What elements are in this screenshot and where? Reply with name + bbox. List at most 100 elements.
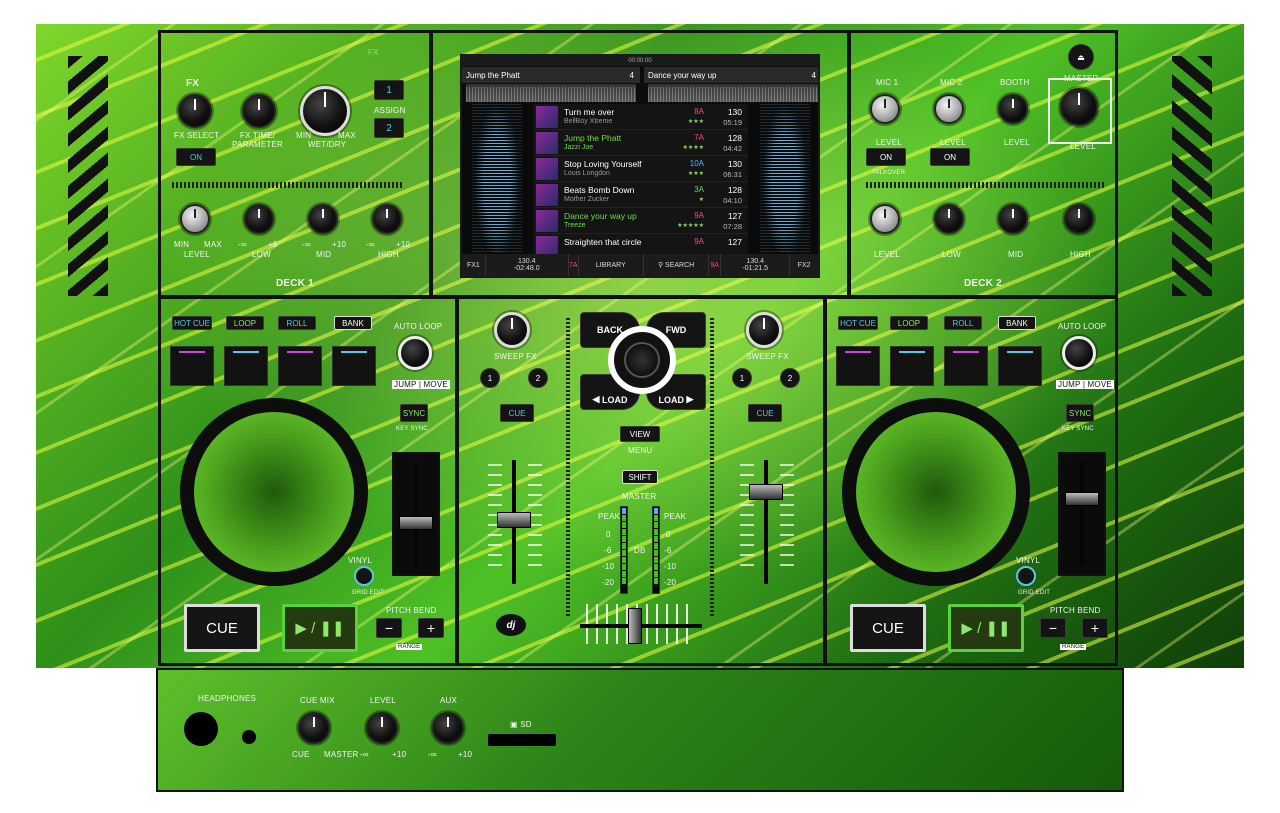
deck2-channel-fader[interactable] (749, 484, 783, 500)
cue-mix-knob[interactable] (298, 712, 330, 744)
right-arrow-icon: ▶ (684, 394, 694, 404)
deck2-auto-loop-knob[interactable] (1062, 336, 1096, 370)
deck2-pitch-bend-minus[interactable]: − (1040, 618, 1066, 638)
deck2-header[interactable]: Dance your way up 4 (644, 67, 818, 83)
deck1-pitch-bend-minus[interactable]: − (376, 618, 402, 638)
deck1-high-knob[interactable] (372, 204, 402, 234)
phones-level-knob[interactable] (366, 712, 398, 744)
fx2-tab[interactable]: FX2 (790, 254, 818, 276)
deck2-vinyl-button[interactable] (1016, 566, 1036, 586)
library-tab[interactable]: LIBRARY (579, 254, 644, 276)
deck1-roll-button[interactable]: ROLL (278, 316, 316, 330)
deck1-mid-knob[interactable] (308, 204, 338, 234)
deck2-low-knob[interactable] (934, 204, 964, 234)
shift-button[interactable]: SHIFT (622, 470, 658, 484)
browse-encoder[interactable] (608, 326, 676, 394)
deck1-pad-1[interactable] (170, 346, 214, 386)
deck1-pad-2[interactable] (224, 346, 268, 386)
deck2-overview-waveform[interactable] (648, 84, 818, 102)
left-vent (68, 56, 108, 296)
deck1-overview-waveform[interactable] (466, 84, 636, 102)
deck2-pitch-bend-plus[interactable]: + (1082, 618, 1108, 638)
track-artwork (536, 184, 558, 206)
mic1-on-button[interactable]: ON (866, 148, 906, 166)
crossfader[interactable] (628, 608, 642, 644)
aux-level-knob[interactable] (432, 712, 464, 744)
mic2-level-label: LEVEL (940, 138, 966, 147)
assign-2-button[interactable]: 2 (374, 118, 404, 138)
track-title: Stop Loving Yourself (564, 159, 642, 169)
deck1-fx2-button[interactable]: 2 (528, 368, 548, 388)
deck2-pad-1[interactable] (836, 346, 880, 386)
deck1-cue-mix-button[interactable]: CUE (500, 404, 534, 422)
deck2-fx1-button[interactable]: 1 (732, 368, 752, 388)
deck1-cue-button[interactable]: CUE (184, 604, 260, 652)
fx-select-knob[interactable] (178, 94, 212, 128)
deck1-header[interactable]: Jump the Phatt 4 (462, 67, 640, 83)
track-list-row[interactable]: Turn me over BellBoy Xtreme 8A ★★★ 130 05:19 (534, 104, 748, 130)
mic-divider (866, 182, 1106, 188)
mic2-on-button[interactable]: ON (930, 148, 970, 166)
assign-1-button[interactable]: 1 (374, 80, 404, 100)
deck2-roll-button[interactable]: ROLL (944, 316, 982, 330)
deck2-play-pause-button[interactable]: ▶ / ❚❚ (948, 604, 1024, 652)
deck2-high-knob[interactable] (1064, 204, 1094, 234)
eject-icon: ⏏ (1077, 52, 1085, 62)
deck2-mid-knob[interactable] (998, 204, 1028, 234)
deck1-pitch-bend-plus[interactable]: + (418, 618, 444, 638)
deck1-hot-cue-button[interactable]: HOT CUE (172, 316, 212, 330)
deck1-low-knob[interactable] (244, 204, 274, 234)
track-list-row[interactable]: Jump the Phatt Jazzi Joe 7A ★★★★ 128 04:42 (534, 130, 748, 156)
deck2-bank-button[interactable]: BANK (998, 316, 1036, 330)
deck2-sync-button[interactable]: SYNC (1066, 404, 1094, 422)
meter-20-right: -20 (664, 578, 677, 587)
track-list-row[interactable]: Beats Bomb Down Mother Zucker 3A ★ 128 04:10 (534, 182, 748, 208)
view-button[interactable]: VIEW (620, 426, 660, 442)
deck1-pad-3[interactable] (278, 346, 322, 386)
deck1-vinyl-button[interactable] (354, 566, 374, 586)
deck2-pad-3[interactable] (944, 346, 988, 386)
deck2-jog-wheel[interactable] (842, 398, 1030, 586)
headphone-jack-large[interactable] (184, 712, 218, 746)
wet-dry-knob[interactable] (300, 86, 350, 136)
deck1-play-pause-button[interactable]: ▶ / ❚❚ (282, 604, 358, 652)
deck1-channel-fader[interactable] (497, 512, 531, 528)
deck2-pad-2[interactable] (890, 346, 934, 386)
deck1-sync-button[interactable]: SYNC (400, 404, 428, 422)
deck1-bank-button[interactable]: BANK (334, 316, 372, 330)
deck1-sweep-fx-knob[interactable] (494, 312, 530, 348)
booth-level-knob[interactable] (998, 94, 1028, 124)
deck2-pad-4[interactable] (998, 346, 1042, 386)
deck2-fx2-button[interactable]: 2 (780, 368, 800, 388)
deck2-loop-button[interactable]: LOOP (890, 316, 928, 330)
track-list-row[interactable]: Dance your way up Treeze 9A ★★★★★ 127 07:28 (534, 208, 748, 234)
sd-card-slot[interactable] (488, 734, 556, 746)
master-level-knob[interactable] (1060, 88, 1098, 126)
deck2-pitch-fader[interactable] (1065, 492, 1099, 506)
search-tab[interactable]: ⚲ SEARCH (644, 254, 710, 276)
fx-time-knob[interactable] (242, 94, 276, 128)
deck2-hot-cue-button[interactable]: HOT CUE (838, 316, 878, 330)
deck1-jog-wheel[interactable] (180, 398, 368, 586)
deck1-pitch-fader[interactable] (399, 516, 433, 530)
mic1-level-knob[interactable] (870, 94, 900, 124)
track-list[interactable]: Turn me over BellBoy Xtreme 8A ★★★ 130 05:19 J… (534, 104, 748, 260)
deck1-pad-4[interactable] (332, 346, 376, 386)
deck2-level-knob[interactable] (870, 204, 900, 234)
deck2-sweep-fx-knob[interactable] (746, 312, 782, 348)
fx1-tab[interactable]: FX1 (462, 254, 486, 276)
fx-on-button[interactable]: ON (176, 148, 216, 166)
deck2-key: 9A (709, 254, 722, 276)
eject-button[interactable]: ⏏ (1068, 44, 1094, 70)
deck1-level-knob[interactable] (180, 204, 210, 234)
track-list-row[interactable]: Stop Loving Yourself Louis Longdon 10A ★★★ 1… (534, 156, 748, 182)
headphone-jack-small[interactable] (242, 730, 256, 744)
deck1-fx1-button[interactable]: 1 (480, 368, 500, 388)
deck2-cue-mix-button[interactable]: CUE (748, 404, 782, 422)
mic2-level-knob[interactable] (934, 94, 964, 124)
deck1-loop-button[interactable]: LOOP (226, 316, 264, 330)
meter-peak-left: PEAK (598, 512, 621, 521)
deck2-range-label: RANGE (1060, 644, 1087, 650)
deck1-auto-loop-knob[interactable] (398, 336, 432, 370)
deck2-cue-button[interactable]: CUE (850, 604, 926, 652)
